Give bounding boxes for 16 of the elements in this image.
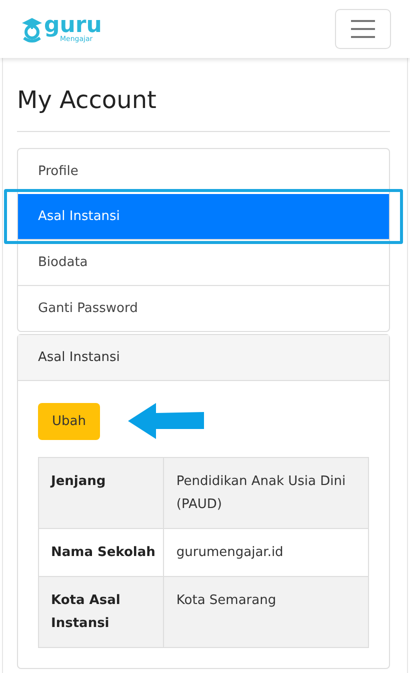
arrow-icon xyxy=(126,401,206,441)
menu-item[interactable]: Profile xyxy=(18,149,389,194)
menu-button[interactable] xyxy=(335,9,391,49)
menu-item[interactable]: Asal Instansi xyxy=(18,194,389,239)
menu-item[interactable]: Biodata xyxy=(18,239,389,285)
table-cell: Kota Semarang xyxy=(164,576,368,648)
graduate-logo-icon xyxy=(21,16,43,42)
menu-item[interactable]: Ganti Password xyxy=(18,285,389,331)
table-cell: Kota Asal Instansi xyxy=(38,576,164,648)
edit-button[interactable]: Ubah xyxy=(38,402,100,440)
page-title: My Account xyxy=(17,86,158,114)
panel-header: Asal Instansi xyxy=(18,335,389,381)
table-cell: Jenjang xyxy=(38,458,164,528)
brand-name: guru xyxy=(44,16,102,36)
menu-icon xyxy=(351,20,375,38)
table-cell: Pendidikan Anak Usia Dini (PAUD) xyxy=(164,458,368,528)
